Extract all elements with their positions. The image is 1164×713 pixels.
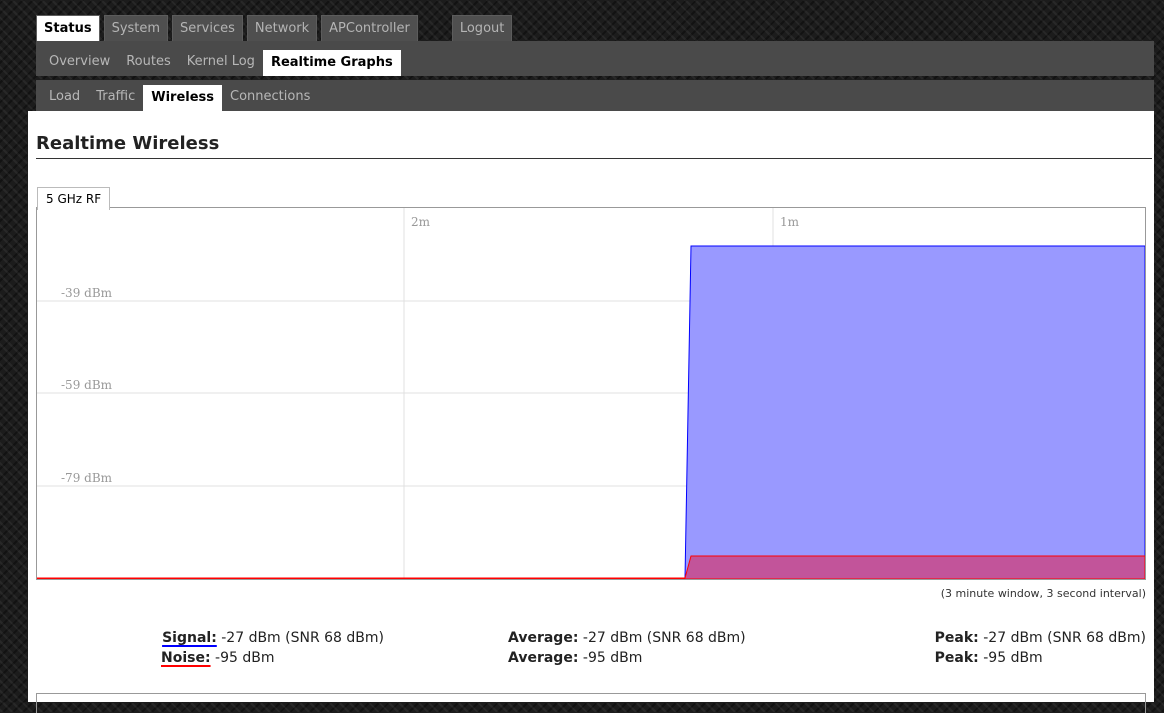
tab-status[interactable]: Status [36, 15, 100, 41]
graphtab-wireless[interactable]: Wireless [143, 85, 223, 111]
main-content: Realtime Wireless 5 GHz RF 2m 1m -39 dBm… [28, 111, 1154, 713]
avg-signal-value: -27 dBm (SNR 68 dBm) [582, 630, 746, 646]
page-title: Realtime Wireless [36, 133, 1152, 159]
current-stats: Signal: -27 dBm (SNR 68 dBm) Noise: -95 … [28, 628, 384, 668]
graphs-subnav: Load Traffic Wireless Connections [36, 80, 1154, 111]
tab-5ghz-rf[interactable]: 5 GHz RF [37, 187, 111, 210]
signal-area [37, 245, 1145, 579]
graphtab-connections[interactable]: Connections [222, 85, 318, 109]
graphtab-traffic[interactable]: Traffic [88, 85, 143, 109]
signal-label: Signal: [162, 630, 217, 646]
tab-services[interactable]: Services [172, 15, 243, 41]
peak-stats: Peak: -27 dBm (SNR 68 dBm) Peak: -95 dBm [935, 628, 1146, 668]
peak-signal-value: -27 dBm (SNR 68 dBm) [983, 630, 1146, 646]
peak-signal-label: Peak: [934, 630, 979, 646]
subtab-overview[interactable]: Overview [41, 50, 118, 74]
status-subnav: Overview Routes Kernel Log Realtime Grap… [36, 41, 1154, 76]
second-graph-partial [36, 693, 1146, 713]
wireless-graph: 2m 1m -39 dBm -59 dBm -79 dBm [36, 207, 1146, 580]
top-nav: Status System Services Network APControl… [36, 13, 516, 41]
y-tick-59: -59 dBm [61, 378, 113, 392]
peak-noise-label: Peak: [934, 650, 979, 666]
average-stats: Average: -27 dBm (SNR 68 dBm) Average: -… [508, 628, 746, 668]
subtab-realtime-graphs[interactable]: Realtime Graphs [262, 50, 401, 76]
subtab-routes[interactable]: Routes [118, 50, 179, 74]
signal-value: -27 dBm (SNR 68 dBm) [221, 630, 384, 646]
y-tick-39: -39 dBm [61, 286, 113, 300]
avg-noise-label: Average: [508, 650, 579, 666]
tab-network[interactable]: Network [246, 15, 318, 41]
noise-area [37, 555, 1145, 579]
subtab-kernel-log[interactable]: Kernel Log [179, 50, 263, 74]
x-tick-1m: 1m [780, 215, 800, 229]
tab-system[interactable]: System [103, 15, 169, 41]
noise-label: Noise: [161, 650, 211, 666]
y-tick-79: -79 dBm [61, 471, 113, 485]
graphtab-load[interactable]: Load [41, 85, 88, 109]
noise-value: -95 dBm [215, 650, 275, 666]
avg-signal-label: Average: [508, 630, 579, 646]
avg-noise-value: -95 dBm [582, 650, 643, 666]
tab-logout[interactable]: Logout [451, 15, 513, 41]
tab-apcontroller[interactable]: APController [321, 15, 418, 41]
wireless-chart-svg: 2m 1m -39 dBm -59 dBm -79 dBm [37, 208, 1145, 579]
interval-note: (3 minute window, 3 second interval) [940, 587, 1146, 600]
x-tick-2m: 2m [411, 215, 431, 229]
peak-noise-value: -95 dBm [983, 650, 1043, 666]
